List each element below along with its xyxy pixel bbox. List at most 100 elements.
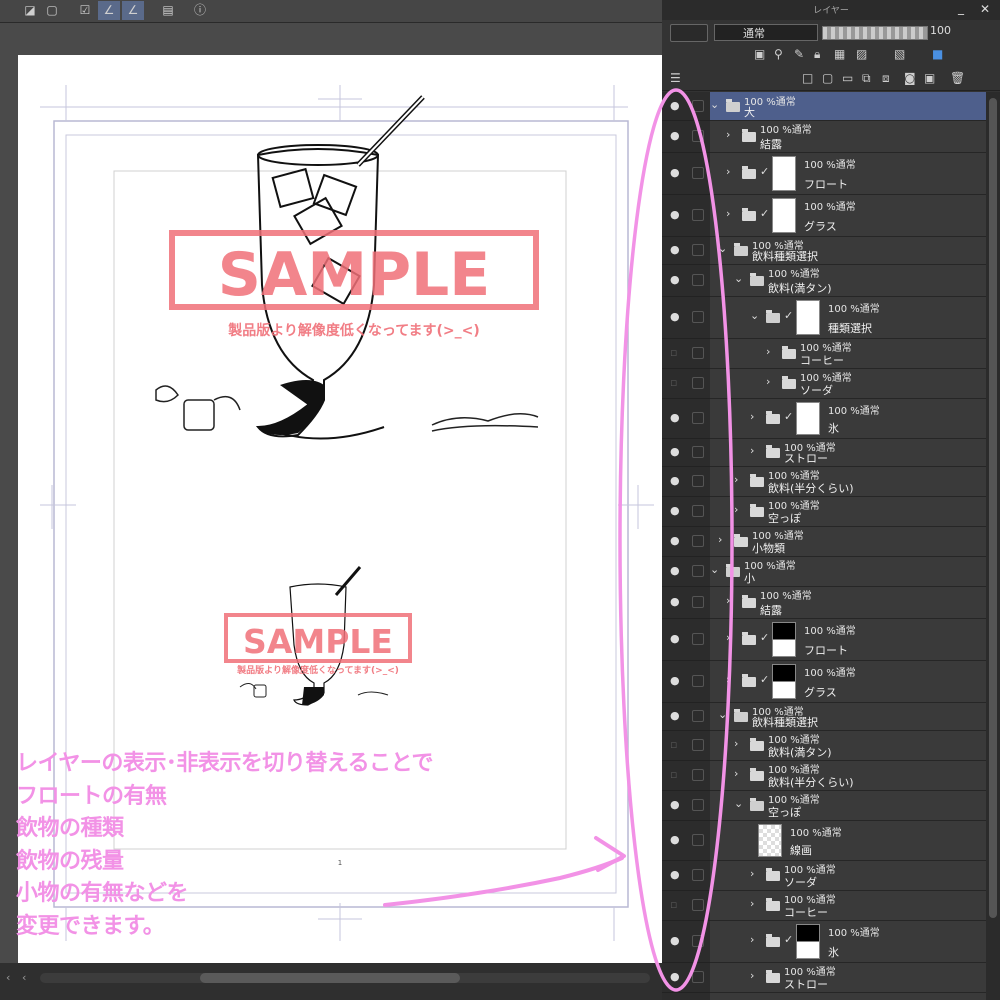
pen-icon[interactable]: ∠ — [98, 1, 120, 20]
edit-target-box[interactable] — [692, 869, 704, 881]
chevron-right-icon[interactable]: › — [766, 375, 770, 388]
copy-layer-icon[interactable]: ⧈ — [882, 71, 890, 86]
close-icon[interactable]: ✕ — [980, 2, 990, 16]
layer-row[interactable]: › 100 %通常 飲料(満タン) — [710, 730, 986, 761]
chevron-right-icon[interactable]: › — [726, 594, 730, 607]
layer-row[interactable]: › 100 %通常 小物類 — [710, 526, 986, 557]
eye-icon[interactable]: ● — [670, 505, 684, 516]
edit-target-box[interactable] — [692, 505, 704, 517]
layer-row[interactable]: › 100 %通常 結露 — [710, 586, 986, 619]
minimize-icon[interactable]: _ — [958, 1, 964, 15]
edit-target-box[interactable] — [692, 675, 704, 687]
edit-target-box[interactable] — [692, 935, 704, 947]
eye-icon[interactable]: ● — [670, 935, 684, 946]
edit-target-box[interactable] — [692, 834, 704, 846]
layer-row[interactable]: › ✓ 100 %通常 グラス — [710, 660, 986, 703]
layer-row[interactable]: ⌄ 100 %通常大 — [710, 92, 986, 121]
chevron-right-icon[interactable]: › — [726, 673, 730, 686]
reference-icon[interactable]: ⚲ — [774, 47, 783, 61]
draft-layer-icon[interactable]: ☑ — [74, 1, 96, 20]
layer-scroll-thumb[interactable] — [989, 98, 997, 918]
chevron-right-icon[interactable]: › — [750, 410, 754, 423]
visibility-off-icon[interactable]: ▫ — [670, 377, 684, 388]
layer-row[interactable]: › 100 %通常 コーヒー — [710, 338, 986, 369]
edit-target-box[interactable] — [692, 596, 704, 608]
eye-icon[interactable]: ● — [670, 633, 684, 644]
layer-property-dropdown[interactable] — [670, 24, 708, 42]
layer-row[interactable]: › 100 %通常 結露 — [710, 120, 986, 153]
eye-icon[interactable]: ● — [670, 869, 684, 880]
layer-row[interactable]: › ✓ 100 %通常氷 — [710, 920, 986, 963]
layer-row[interactable]: ⌄ 100 %通常 飲料(満タン) — [710, 264, 986, 297]
eye-icon[interactable]: ● — [670, 130, 684, 141]
chevron-right-icon[interactable]: › — [734, 767, 738, 780]
chevron-down-icon[interactable]: ⌄ — [718, 242, 727, 255]
eye-icon[interactable]: ● — [670, 799, 684, 810]
eye-icon[interactable]: ● — [670, 311, 684, 322]
eye-icon[interactable]: ● — [670, 596, 684, 607]
edit-target-box[interactable] — [692, 130, 704, 142]
mask-icon[interactable]: ▨ — [856, 47, 867, 61]
chevron-right-icon[interactable]: › — [750, 897, 754, 910]
edit-target-box[interactable] — [692, 446, 704, 458]
layer-tool-icon[interactable]: ◪ — [20, 1, 40, 20]
edit-target-box[interactable] — [692, 347, 704, 359]
layer-row[interactable]: › 100 %通常 コーヒー — [710, 890, 986, 921]
eye-icon[interactable]: ● — [670, 446, 684, 457]
layer-row[interactable]: › ✓ 100 %通常 フロート — [710, 618, 986, 661]
layer-row[interactable]: 100 %通常 線画 — [710, 820, 986, 861]
edit-target-box[interactable] — [692, 971, 704, 983]
layer-row[interactable]: › 100 %通常 飲料(半分くらい) — [710, 466, 986, 497]
chevron-right-icon[interactable]: › — [750, 444, 754, 457]
help-icon[interactable]: ⓘ — [190, 1, 210, 20]
new-folder-icon[interactable]: ▭ — [842, 71, 853, 85]
merge-down-icon[interactable]: ⧉ — [862, 71, 871, 86]
horizontal-scrollbar[interactable]: ‹ ‹ — [0, 963, 662, 1000]
layer-tool-icon-2[interactable]: ▢ — [42, 1, 62, 20]
layer-row[interactable]: › 100 %通常 空っぽ — [710, 496, 986, 527]
chevron-down-icon[interactable]: ⌄ — [734, 272, 743, 285]
edit-target-box[interactable] — [692, 311, 704, 323]
eye-icon[interactable]: ● — [670, 675, 684, 686]
edit-target-box[interactable] — [692, 899, 704, 911]
chevron-down-icon[interactable]: ⌄ — [710, 563, 719, 576]
edit-target-box[interactable] — [692, 535, 704, 547]
scroll-left-icon-2[interactable]: ‹ — [22, 971, 26, 984]
chevron-down-icon[interactable]: ⌄ — [734, 797, 743, 810]
chevron-right-icon[interactable]: › — [726, 128, 730, 141]
lock-icon[interactable]: 🔒︎ — [814, 47, 820, 62]
chevron-right-icon[interactable]: › — [726, 207, 730, 220]
layer-row[interactable]: › 100 %通常 ストロー — [710, 962, 986, 993]
layer-row[interactable]: › 100 %通常 ストロー — [710, 438, 986, 467]
eye-icon[interactable]: ● — [670, 565, 684, 576]
chevron-right-icon[interactable]: › — [734, 737, 738, 750]
layer-row[interactable]: ⌄ 100 %通常 空っぽ — [710, 790, 986, 821]
edit-target-box[interactable] — [692, 100, 704, 112]
eye-icon[interactable]: ● — [670, 710, 684, 721]
eye-icon[interactable]: ● — [670, 412, 684, 423]
chevron-right-icon[interactable]: › — [750, 867, 754, 880]
visibility-off-icon[interactable]: ▫ — [670, 899, 684, 910]
edit-target-box[interactable] — [692, 412, 704, 424]
clipboard-icon[interactable]: ▤ — [158, 1, 178, 20]
visibility-off-icon[interactable]: ▫ — [670, 347, 684, 358]
chevron-right-icon[interactable]: › — [726, 631, 730, 644]
chevron-down-icon[interactable]: ⌄ — [750, 309, 759, 322]
edit-target-box[interactable] — [692, 633, 704, 645]
layer-row[interactable]: › ✓ 100 %通常 グラス — [710, 194, 986, 237]
layer-row[interactable]: › ✓ 100 %通常 フロート — [710, 152, 986, 195]
lock-transparent-icon[interactable]: ▦ — [834, 47, 845, 61]
edit-target-box[interactable] — [692, 274, 704, 286]
edit-target-box[interactable] — [692, 377, 704, 389]
new-raster-layer-icon[interactable]: □ — [802, 71, 813, 85]
layer-color-icon[interactable]: ■ — [932, 47, 943, 61]
edit-target-box[interactable] — [692, 710, 704, 722]
layer-row[interactable]: › 100 %通常 ソーダ — [710, 368, 986, 399]
blend-mode-select[interactable]: 通常 — [714, 24, 818, 41]
chevron-right-icon[interactable]: › — [718, 533, 722, 546]
layer-row[interactable]: ⌄ 100 %通常 飲料種類選択 — [710, 236, 986, 265]
chevron-right-icon[interactable]: › — [726, 165, 730, 178]
edit-target-box[interactable] — [692, 739, 704, 751]
apply-mask-icon[interactable]: ▣ — [924, 71, 935, 85]
layer-row[interactable]: › ✓ 100 %通常氷 — [710, 398, 986, 439]
